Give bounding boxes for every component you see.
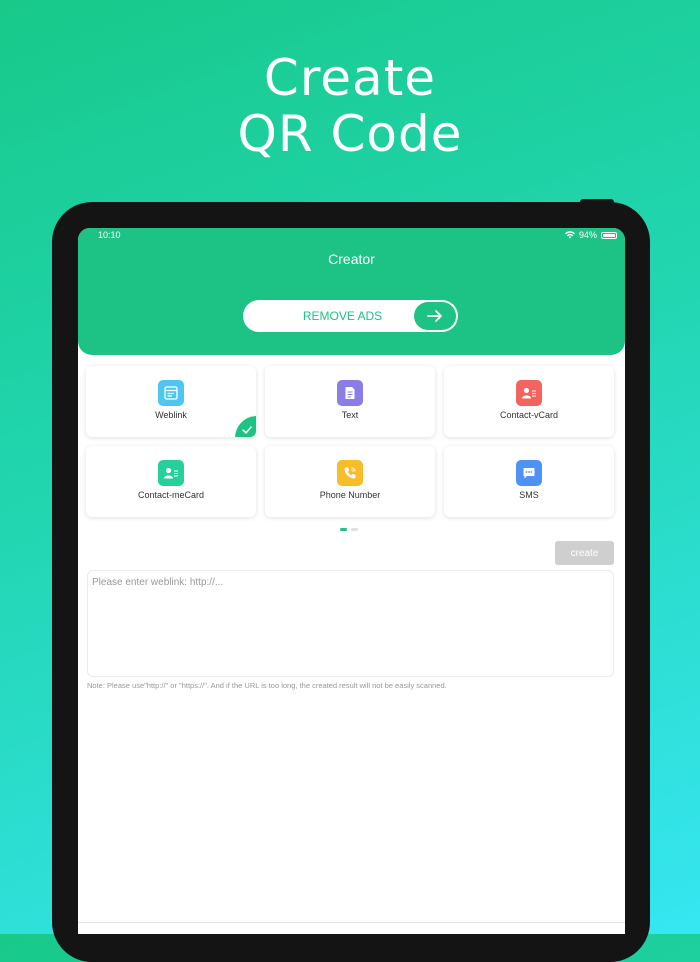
type-tile-contact-vcard[interactable]: Contact-vCard [444, 366, 614, 437]
type-label: Weblink [155, 410, 187, 420]
page-title: Creator [328, 251, 375, 267]
bottom-divider [78, 922, 625, 923]
page-indicator[interactable] [340, 528, 358, 531]
type-label: Phone Number [319, 490, 381, 500]
arrow-right-icon [414, 302, 456, 330]
remove-ads-button[interactable]: REMOVE ADS [243, 300, 458, 332]
selected-check-icon [235, 416, 256, 437]
contact-card-icon [158, 460, 184, 486]
status-time: 10:10 [98, 230, 121, 240]
contact-card-icon [516, 380, 542, 406]
page-dot-active [340, 528, 347, 531]
headline-line2: QR Code [237, 105, 463, 163]
app-header: 10:10 94% Creator REMOVE ADS [78, 228, 625, 355]
status-indicators: 94% [564, 230, 617, 240]
type-label: SMS [519, 490, 539, 500]
wifi-icon [564, 231, 575, 239]
battery-percent: 94% [578, 230, 597, 240]
type-tile-sms[interactable]: SMS [444, 446, 614, 517]
phone-icon [337, 460, 363, 486]
weblink-input[interactable]: Please enter weblink: http://... [87, 570, 614, 677]
type-tile-weblink[interactable]: Weblink [86, 366, 256, 437]
type-tile-text[interactable]: Text [265, 366, 435, 437]
text-document-icon [337, 380, 363, 406]
type-label: Text [341, 410, 359, 420]
page-dot [351, 528, 358, 531]
battery-icon [601, 231, 617, 239]
message-icon [516, 460, 542, 486]
type-label: Contact-vCard [499, 410, 559, 420]
qr-type-grid: Weblink Text Contact-vCard Contact-meCar… [86, 366, 616, 517]
url-note: Note: Please use"http://" or "https://".… [87, 681, 447, 690]
app-screen: 10:10 94% Creator REMOVE ADS Weblink Tex… [78, 228, 625, 934]
headline: Create QR Code [0, 50, 700, 162]
headline-line1: Create [263, 49, 437, 107]
type-tile-phone-number[interactable]: Phone Number [265, 446, 435, 517]
type-tile-contact-mecard[interactable]: Contact-meCard [86, 446, 256, 517]
weblink-icon [158, 380, 184, 406]
create-button[interactable]: create [555, 541, 614, 565]
type-label: Contact-meCard [137, 490, 205, 500]
